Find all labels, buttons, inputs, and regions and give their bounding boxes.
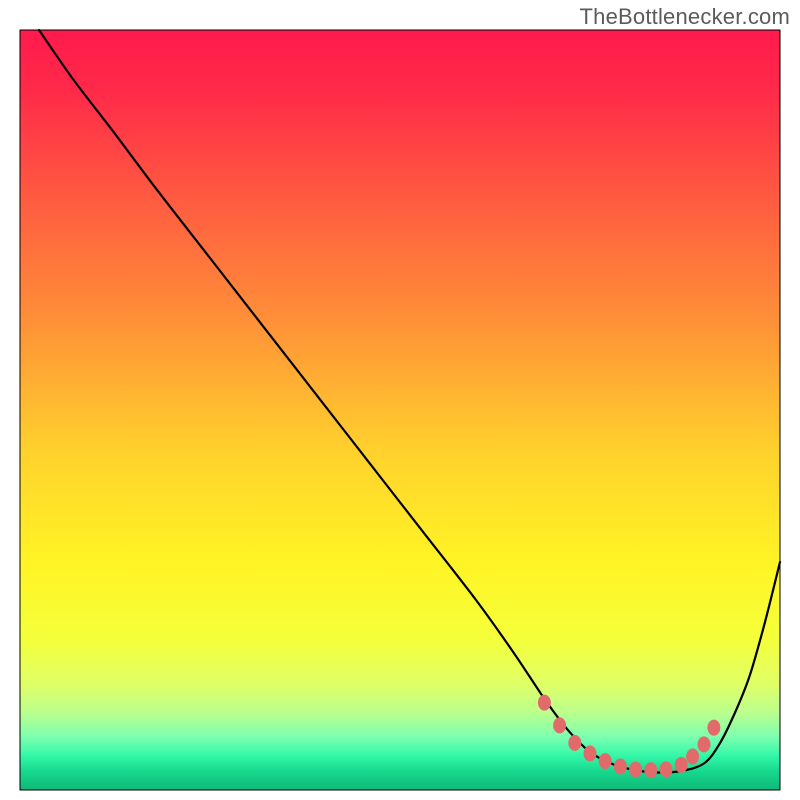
- highlight-dot: [599, 753, 612, 769]
- highlight-dot: [538, 695, 551, 711]
- highlight-dot: [707, 720, 720, 736]
- highlight-dot: [675, 757, 688, 773]
- highlight-dot: [644, 762, 657, 778]
- highlight-dot: [614, 758, 627, 774]
- highlight-dot: [629, 761, 642, 777]
- highlight-dot: [584, 746, 597, 762]
- gradient-background: [20, 30, 780, 790]
- highlight-dot: [698, 736, 711, 752]
- highlight-dot: [553, 717, 566, 733]
- highlight-dot: [686, 749, 699, 765]
- highlight-dot: [660, 761, 673, 777]
- highlight-dot: [568, 735, 581, 751]
- chart-frame: TheBottlenecker.com: [0, 0, 800, 800]
- bottleneck-chart: [0, 0, 800, 800]
